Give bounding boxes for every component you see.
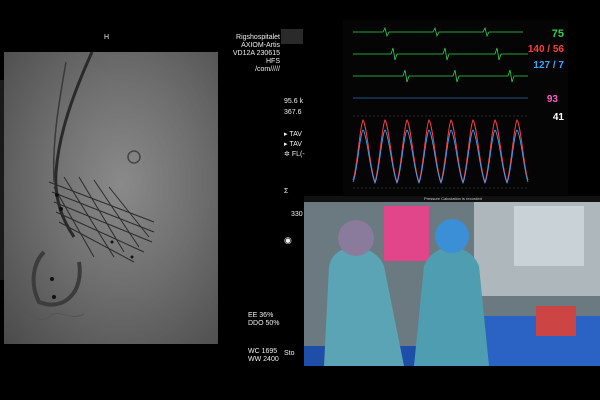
tav-label: TAV [289,141,302,148]
image-stats: EE 36% DDO 50% [248,312,280,328]
ww-value: WW 2400 [248,356,279,363]
resp-rate-value: 41 [552,112,564,123]
ee-value: EE 36% [248,312,274,319]
patient-position: HFS [266,58,280,65]
heart-rate-value: 75 [551,28,564,40]
spo2-value: 93 [546,94,558,105]
orientation-marker: H [104,34,110,41]
timer-icon: ◉ [284,235,292,245]
window-stats: WC 1695 WW 2400 [248,348,279,364]
system-name: AXIOM-Artis [241,42,280,49]
kv-value: 95.6 k [284,98,304,105]
hospital-name: Rigshospitalet [236,34,280,41]
site-info: Rigshospitalet AXIOM-Artis VD12A 230615 … [224,34,280,74]
procedure-video [304,196,600,366]
ddo-value: DDO 50% [248,320,280,327]
study-path: /com///// [255,66,280,73]
fl-label: FL(- [291,151,305,158]
protocol-labels: ▸ TAV ▸ TAV ✲ FL(- [284,131,305,159]
tav-label: TAV [289,131,302,138]
video-caption-bar: Pressure Calculation is recorded [304,196,600,202]
sigma-symbol: Σ [284,188,289,195]
sigma-value: 330 [291,211,303,218]
stopwatch-label: Sto [284,350,295,357]
video-caption: Pressure Calculation is recorded [424,196,482,201]
ma-value: 367.6 [284,109,302,116]
blank-indicator-box [281,29,303,44]
software-version: VD12A 230615 [232,50,280,57]
exposure-values: 95.6 k 367.6 [284,98,303,117]
arterial-pressure-value: 140 / 56 [527,44,564,55]
fluoroscopy-image [4,52,218,344]
wc-value: WC 1695 [248,348,278,355]
gear-icon: ✲ [284,151,292,158]
pa-pressure-value: 127 / 7 [533,60,564,71]
